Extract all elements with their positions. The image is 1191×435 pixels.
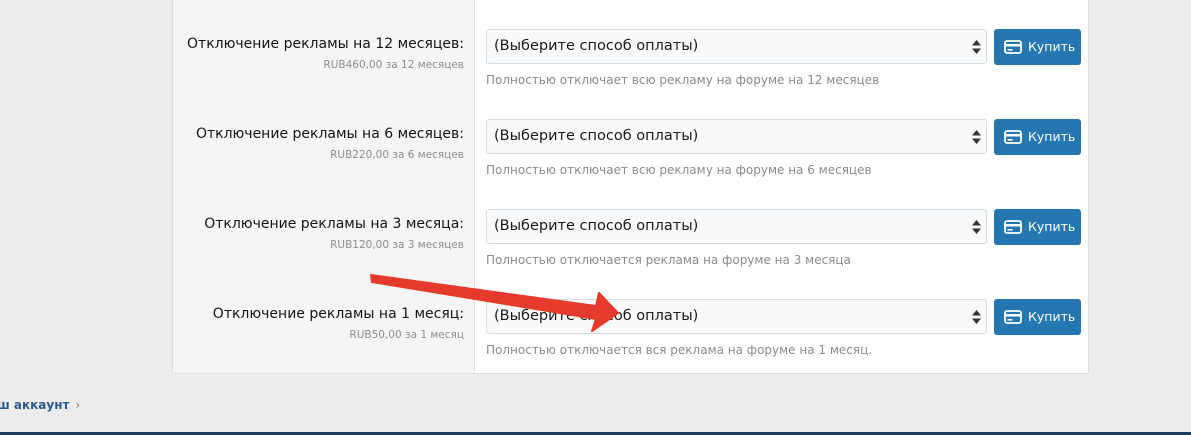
account-link-label: ш аккаунт xyxy=(0,398,70,412)
credit-card-icon xyxy=(1004,40,1022,54)
credit-card-icon xyxy=(1004,220,1022,234)
select-arrows-icon xyxy=(972,220,981,234)
select-value: (Выберите способ оплаты) xyxy=(494,38,699,54)
buy-button[interactable]: Купить xyxy=(994,299,1081,335)
payment-method-select[interactable]: (Выберите способ оплаты) xyxy=(486,299,987,334)
upgrade-row-3-months: Отключение рекламы на 3 месяца: RUB120,0… xyxy=(173,180,1090,270)
select-arrows-icon xyxy=(972,310,981,324)
upgrade-price: RUB220,00 за 6 месяцев xyxy=(330,149,464,161)
buy-button-label: Купить xyxy=(1028,309,1076,324)
account-link[interactable]: ш аккаунт › xyxy=(0,398,80,412)
upgrade-price: RUB120,00 за 3 месяцев xyxy=(330,239,464,251)
select-arrows-icon xyxy=(972,40,981,54)
upgrade-title: Отключение рекламы на 1 месяц: xyxy=(212,306,464,322)
upgrade-price: RUB50,00 за 1 месяц xyxy=(349,329,464,341)
upgrade-price: RUB460,00 за 12 месяцев xyxy=(323,59,464,71)
buy-button[interactable]: Купить xyxy=(994,119,1081,155)
upgrade-panel: Отключение рекламы на 12 месяцев: RUB460… xyxy=(172,0,1089,374)
upgrade-description: Полностью отключает всю рекламу на форум… xyxy=(486,163,872,177)
upgrade-description: Полностью отключается вся реклама на фор… xyxy=(486,343,873,357)
upgrade-title: Отключение рекламы на 3 месяца: xyxy=(204,216,464,232)
select-value: (Выберите способ оплаты) xyxy=(494,308,699,324)
buy-button-label: Купить xyxy=(1028,219,1076,234)
buy-button[interactable]: Купить xyxy=(994,29,1081,65)
credit-card-icon xyxy=(1004,310,1022,324)
chevron-right-icon: › xyxy=(75,398,81,412)
upgrade-description: Полностью отключается реклама на форуме … xyxy=(486,253,851,267)
buy-button-label: Купить xyxy=(1028,39,1076,54)
upgrade-description: Полностью отключает всю рекламу на форум… xyxy=(486,73,880,87)
payment-method-select[interactable]: (Выберите способ оплаты) xyxy=(486,29,987,64)
select-arrows-icon xyxy=(972,130,981,144)
select-value: (Выберите способ оплаты) xyxy=(494,128,699,144)
upgrade-title: Отключение рекламы на 6 месяцев: xyxy=(195,126,464,142)
upgrade-row-6-months: Отключение рекламы на 6 месяцев: RUB220,… xyxy=(173,90,1090,180)
payment-method-select[interactable]: (Выберите способ оплаты) xyxy=(486,119,987,154)
buy-button-label: Купить xyxy=(1028,129,1076,144)
upgrade-row-1-month: Отключение рекламы на 1 месяц: RUB50,00 … xyxy=(173,270,1090,360)
buy-button[interactable]: Купить xyxy=(994,209,1081,245)
select-value: (Выберите способ оплаты) xyxy=(494,218,699,234)
credit-card-icon xyxy=(1004,130,1022,144)
upgrade-title: Отключение рекламы на 12 месяцев: xyxy=(187,36,464,52)
payment-method-select[interactable]: (Выберите способ оплаты) xyxy=(486,209,987,244)
upgrade-row-12-months: Отключение рекламы на 12 месяцев: RUB460… xyxy=(173,0,1090,90)
